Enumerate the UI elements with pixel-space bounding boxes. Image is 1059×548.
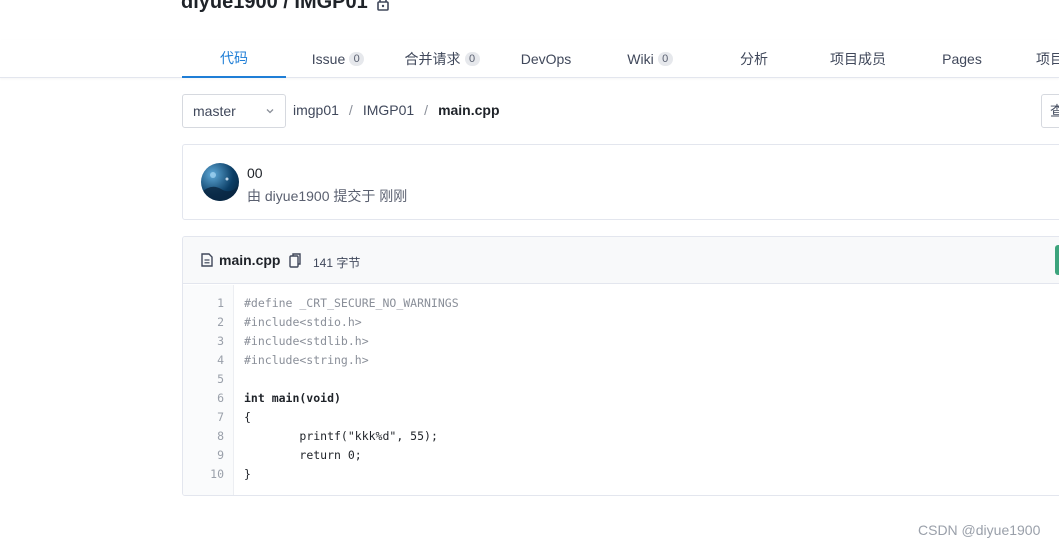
tab-issue[interactable]: Issue 0 <box>286 40 390 78</box>
code-line: 3 #include<stdlib.h> <box>183 332 1059 351</box>
code-text: #define _CRT_SECURE_NO_WARNINGS <box>244 296 459 310</box>
code-view: 1 #define _CRT_SECURE_NO_WARNINGS 2 #inc… <box>183 285 1059 495</box>
tab-pages[interactable]: Pages <box>910 40 1014 78</box>
line-number: 10 <box>210 467 224 481</box>
branch-select[interactable]: master <box>182 94 286 128</box>
line-number: 4 <box>217 353 224 367</box>
code-text: int main(void) <box>244 391 341 405</box>
line-number: 6 <box>217 391 224 405</box>
tab-label: 项目成员 <box>830 51 886 67</box>
tab-label: 合并请求 <box>404 51 461 67</box>
find-file-button[interactable]: 查 <box>1041 94 1059 128</box>
tab-merge-requests[interactable]: 合并请求 0 <box>390 40 494 78</box>
code-text: #include<stdio.h> <box>244 315 362 329</box>
line-number: 1 <box>217 296 224 310</box>
line-number: 7 <box>217 410 224 424</box>
copy-icon[interactable] <box>289 253 301 268</box>
breadcrumb-root[interactable]: imgp01 <box>293 102 339 118</box>
tab-label: Pages <box>942 51 982 67</box>
breadcrumb-separator: / <box>424 102 429 118</box>
line-number: 5 <box>217 372 224 386</box>
chevron-down-icon <box>266 109 274 114</box>
code-text: #include<string.h> <box>244 353 369 367</box>
commit-meta: 由 diyue1900 提交于 刚刚 <box>247 188 408 204</box>
code-line: 5 <box>183 370 1059 389</box>
tab-code[interactable]: 代码 <box>182 40 286 78</box>
repo-title-text[interactable]: diyue1900 / IMGP01 <box>181 0 368 14</box>
branch-select-value: master <box>193 103 236 119</box>
code-line: 7 { <box>183 408 1059 427</box>
breadcrumb-separator: / <box>348 102 353 118</box>
watermark: CSDN @diyue1900 <box>918 522 1041 538</box>
tab-count-badge: 0 <box>464 52 480 66</box>
breadcrumb: imgp01 / IMGP01 / main.cpp <box>293 102 500 118</box>
tab-label: 代码 <box>220 50 248 66</box>
code-line: 4 #include<string.h> <box>183 351 1059 370</box>
code-text: return 0; <box>244 448 362 462</box>
tab-devops[interactable]: DevOps <box>494 40 598 78</box>
commit-message[interactable]: 00 <box>247 165 263 181</box>
code-text: { <box>244 410 251 424</box>
tab-count-badge: 0 <box>349 52 365 66</box>
repo-tabs: 代码 Issue 0 合并请求 0 DevOps Wiki 0 分析 项目成员 … <box>0 40 1059 78</box>
lock-icon <box>376 0 390 11</box>
tab-analysis[interactable]: 分析 <box>702 40 806 78</box>
tab-label: 分析 <box>740 51 768 67</box>
code-text: #include<stdlib.h> <box>244 334 369 348</box>
file-header: main.cpp 141 字节 <box>183 237 1059 284</box>
tab-label: Wiki <box>627 51 654 67</box>
code-line: 6 int main(void) <box>183 389 1059 408</box>
code-line: 10 } <box>183 465 1059 484</box>
code-line: 8 printf("kkk%d", 55); <box>183 427 1059 446</box>
line-number: 3 <box>217 334 224 348</box>
file-name: main.cpp <box>219 252 281 268</box>
file-icon <box>201 253 213 267</box>
tab-label: Issue <box>311 51 346 67</box>
avatar[interactable] <box>201 163 239 201</box>
last-commit-panel: 00 由 diyue1900 提交于 刚刚 <box>182 144 1059 220</box>
breadcrumb-folder[interactable]: IMGP01 <box>363 102 414 118</box>
file-viewer: main.cpp 141 字节 1 #define _CRT_SECURE_NO… <box>182 236 1059 496</box>
code-line: 2 #include<stdio.h> <box>183 313 1059 332</box>
file-action-button[interactable] <box>1055 245 1059 275</box>
breadcrumb-file: main.cpp <box>438 102 500 118</box>
code-line: 1 #define _CRT_SECURE_NO_WARNINGS <box>183 294 1059 313</box>
tab-count-badge: 0 <box>657 52 673 66</box>
line-number: 2 <box>217 315 224 329</box>
line-number: 8 <box>217 429 224 443</box>
tab-members[interactable]: 项目成员 <box>806 40 910 78</box>
line-number: 9 <box>217 448 224 462</box>
tab-label: DevOps <box>520 51 572 67</box>
code-line: 9 return 0; <box>183 446 1059 465</box>
repo-title: diyue1900 / IMGP01 <box>181 0 390 14</box>
tab-project[interactable]: 项目 <box>1014 40 1059 78</box>
file-size: 141 字节 <box>313 256 361 270</box>
code-text: } <box>244 467 251 481</box>
code-text: printf("kkk%d", 55); <box>244 429 438 443</box>
tab-label: 项目 <box>1036 51 1059 67</box>
tab-wiki[interactable]: Wiki 0 <box>598 40 702 78</box>
